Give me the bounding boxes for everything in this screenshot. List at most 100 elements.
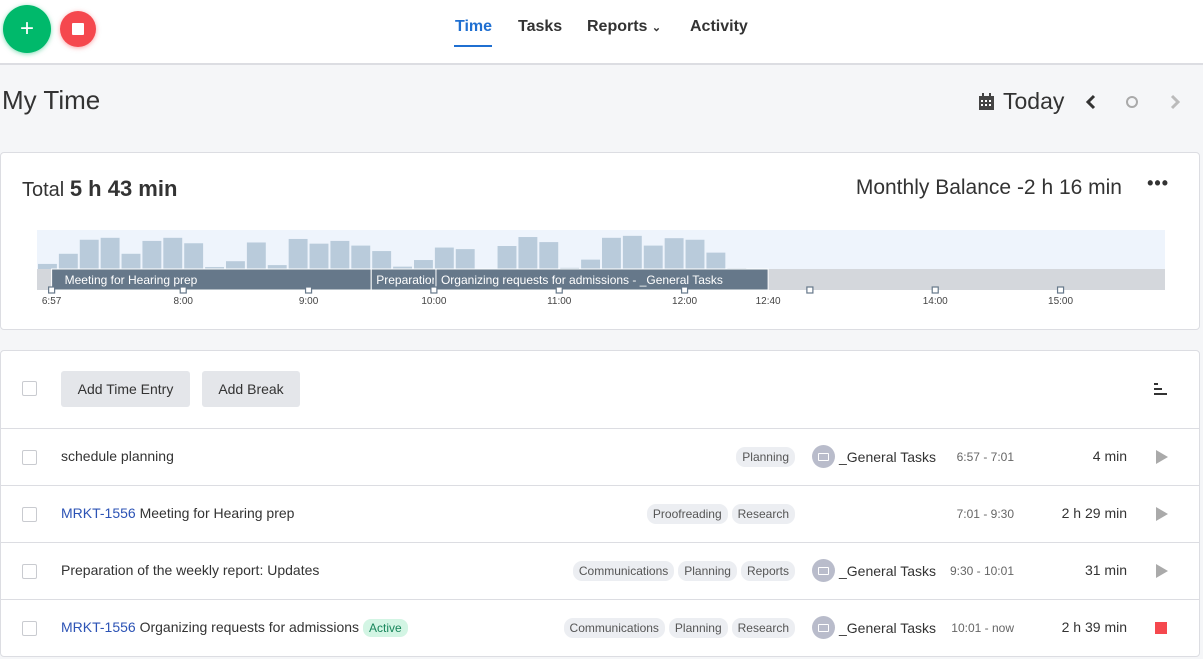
entry-description[interactable]: schedule planning [61, 448, 174, 464]
date-navigator: Today [978, 88, 1182, 115]
tick-label: 11:00 [547, 296, 572, 307]
tick-marker [48, 286, 56, 294]
tab-activity[interactable]: Activity [690, 18, 748, 36]
activity-bar [685, 239, 705, 269]
project[interactable]: _General Tasks [812, 445, 936, 468]
tick-label: 12:40 [756, 296, 781, 307]
tab-reports[interactable]: Reports ⌄ [587, 18, 661, 36]
tick-label: 15:00 [1048, 296, 1073, 307]
activity-bar [79, 239, 99, 269]
row-checkbox[interactable] [22, 450, 37, 465]
tag[interactable]: Communications [563, 618, 665, 638]
tick-label: 9:00 [299, 296, 319, 307]
add-time-entry-button[interactable]: Add Time Entry [61, 371, 190, 407]
tick-label: 12:00 [672, 296, 697, 307]
activity-bar [643, 245, 663, 269]
time-range: 9:30 - 10:01 [949, 564, 1014, 578]
activity-bar [267, 265, 287, 269]
activity-bar [330, 240, 350, 269]
tag[interactable]: Planning [678, 561, 737, 581]
time-entry-row[interactable]: MRKT-1556 Meeting for Hearing prep Proofr… [1, 485, 1199, 542]
time-entry-row[interactable]: MRKT-1556 Organizing requests for admiss… [1, 599, 1199, 656]
tag[interactable]: Reports [740, 561, 795, 581]
today-button[interactable]: Today [1003, 88, 1064, 115]
sort-icon[interactable] [1154, 383, 1168, 395]
entry-title: Meeting for Hearing prep [139, 505, 295, 521]
time-range: 10:01 - now [951, 621, 1014, 635]
page-title: My Time [2, 85, 101, 115]
tag[interactable]: Proofreading [646, 504, 728, 524]
play-icon[interactable] [1156, 507, 1168, 521]
tick-marker [806, 286, 814, 294]
tab-time[interactable]: Time [455, 18, 492, 36]
project[interactable]: _General Tasks [812, 559, 936, 582]
current-day-icon[interactable] [1125, 95, 1139, 109]
tag[interactable]: Communications [572, 561, 675, 581]
project[interactable]: _General Tasks [812, 616, 936, 639]
activity-bar [351, 245, 371, 269]
activity-bar [309, 243, 329, 269]
stop-icon[interactable] [1155, 622, 1167, 634]
row-checkbox[interactable] [22, 507, 37, 522]
duration: 4 min [1092, 448, 1127, 464]
chevron-right-icon[interactable] [1168, 93, 1182, 111]
tab-reports-label: Reports [587, 18, 648, 35]
activity-bar [142, 240, 162, 269]
row-checkbox[interactable] [22, 564, 37, 579]
entry-description[interactable]: Preparation of the weekly report: Update… [61, 562, 319, 578]
tick-marker [179, 286, 187, 294]
entry-description[interactable]: MRKT-1556 Organizing requests for admiss… [61, 619, 408, 637]
calendar-icon[interactable] [978, 92, 995, 111]
add-break-button[interactable]: Add Break [202, 371, 300, 407]
status-badge: Active [363, 619, 408, 637]
time-range: 7:01 - 9:30 [956, 507, 1014, 521]
segment-label: Organizing requests for admissions - _Ge… [441, 273, 723, 287]
activity-bar [288, 238, 308, 269]
task-key-link[interactable]: MRKT-1556 [61, 619, 136, 635]
select-all-checkbox[interactable] [22, 381, 37, 396]
task-key-link[interactable]: MRKT-1556 [61, 505, 136, 521]
tag[interactable]: Research [731, 618, 795, 638]
activity-bar [184, 243, 204, 269]
activity-bar [602, 237, 621, 269]
play-icon[interactable] [1156, 450, 1168, 464]
tick-marker [1056, 286, 1065, 294]
activity-bar [246, 242, 266, 269]
tag[interactable]: Research [731, 504, 795, 524]
activity-bar [664, 238, 684, 269]
activity-bar [372, 251, 392, 269]
activity-bar [622, 235, 642, 269]
activity-bar [455, 249, 475, 269]
tick-marker [430, 286, 438, 294]
folder-icon [812, 616, 835, 639]
tick-label: 6:57 [42, 296, 62, 307]
entry-title: Preparation of the weekly report: Update… [61, 562, 320, 578]
project-name: _General Tasks [839, 448, 937, 465]
tick-marker [931, 286, 939, 294]
duration: 2 h 29 min [1061, 505, 1127, 521]
tick-label: 14:00 [923, 296, 948, 307]
project-name: _General Tasks [839, 562, 937, 579]
tag-list: Proofreading Research [646, 504, 795, 524]
tag[interactable]: Planning [668, 618, 728, 638]
play-icon[interactable] [1156, 564, 1168, 578]
time-entry-row[interactable]: Preparation of the weekly report: Update… [1, 542, 1199, 599]
entry-description[interactable]: MRKT-1556 Meeting for Hearing prep [61, 505, 294, 521]
chevron-down-icon: ⌄ [651, 22, 662, 34]
tab-tasks[interactable]: Tasks [518, 18, 562, 36]
chevron-left-icon[interactable] [1084, 93, 1098, 111]
top-bar: + Time Tasks Reports ⌄ Activity [0, 0, 1203, 65]
tick-label: 10:00 [421, 296, 446, 307]
tag-list: Planning [736, 447, 795, 467]
activity-bar [706, 252, 726, 269]
tick-marker [680, 286, 689, 294]
tag[interactable]: Planning [736, 447, 795, 467]
activity-bar [581, 259, 600, 269]
activity-bar [434, 247, 454, 269]
activity-bar [58, 253, 78, 269]
row-checkbox[interactable] [22, 621, 37, 636]
project-name: _General Tasks [839, 619, 937, 636]
time-entry-row[interactable]: schedule planning Planning _General Tasks 6… [1, 428, 1199, 485]
summary-card: Total 5 h 43 min Monthly Balance -2 h 16… [0, 152, 1200, 330]
activity-bar [38, 263, 57, 269]
